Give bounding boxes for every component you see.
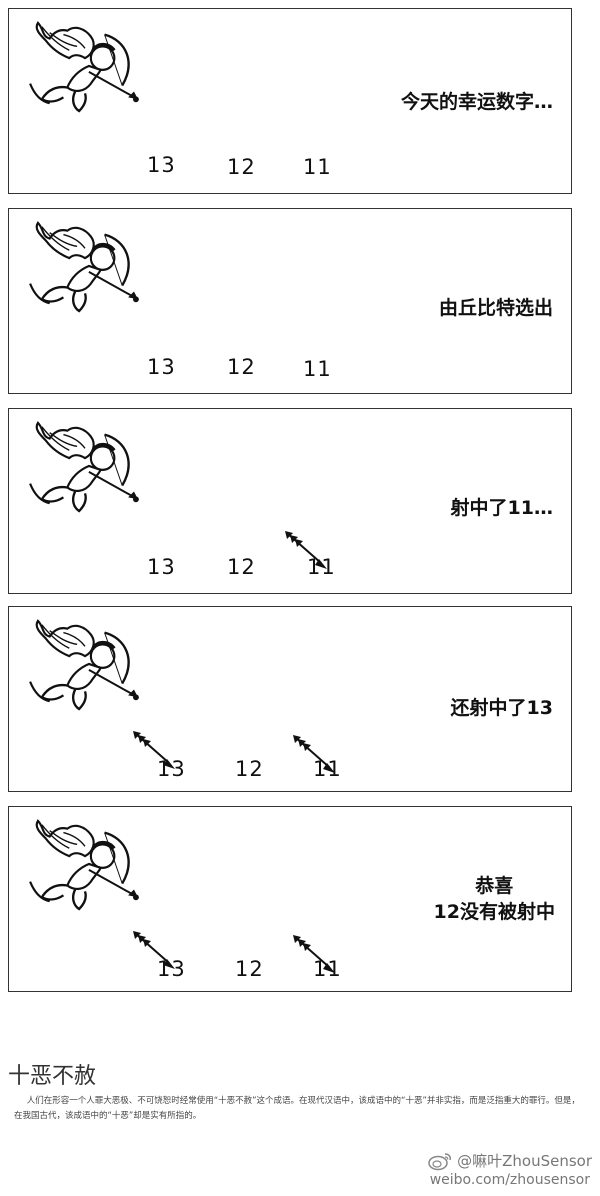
comic-panel-5: 恭喜 12没有被射中 13 12 11 (8, 806, 572, 992)
panel-caption: 恭喜 12没有被射中 (434, 873, 555, 925)
number-12: 12 (227, 355, 256, 379)
panel-caption: 由丘比特选出 (439, 295, 553, 321)
arrow-icon (132, 730, 176, 770)
arrow-icon (132, 930, 176, 970)
number-12: 12 (227, 555, 256, 579)
arrow-icon (292, 934, 336, 974)
comic-panel-4: 还射中了13 13 12 11 (8, 606, 572, 792)
panel-caption: 今天的幸运数字… (401, 89, 553, 115)
number-13: 13 (147, 555, 176, 579)
comic-panel-3: 射中了11… 13 12 11 (8, 408, 572, 594)
comic-panel-1: 今天的幸运数字… 13 12 11 (8, 8, 572, 194)
weibo-icon (428, 1152, 452, 1170)
panel-caption: 射中了11… (451, 495, 553, 521)
watermark-handle-text: @嘛叶ZhouSensor (457, 1152, 592, 1170)
number-11: 11 (303, 155, 332, 179)
cupid-illustration (28, 221, 141, 313)
caption-line: 还射中了13 (450, 697, 553, 719)
watermark-url: weibo.com/zhousensor (429, 1172, 590, 1188)
cupid-illustration (28, 819, 141, 911)
caption-line: 12没有被射中 (433, 901, 555, 923)
arrow-icon (284, 530, 328, 570)
article-title: 十恶不赦 (8, 1064, 97, 1089)
cupid-illustration (28, 21, 141, 113)
arrow-icon (292, 734, 336, 774)
number-13: 13 (147, 355, 176, 379)
number-12: 12 (235, 957, 264, 981)
comic-panel-2: 由丘比特选出 13 12 11 (8, 208, 572, 394)
caption-line: 恭喜 (475, 875, 514, 897)
number-13: 13 (147, 153, 176, 177)
watermark-handle: @嘛叶ZhouSensor (427, 1150, 592, 1171)
caption-line: 射中了11… (450, 497, 553, 519)
article-body: 人们在形容一个人罪大恶极、不可饶恕时经常使用“十恶不赦”这个成语。在现代汉语中，… (14, 1096, 580, 1121)
number-12: 12 (235, 757, 264, 781)
cupid-illustration (28, 619, 141, 711)
caption-line: 由丘比特选出 (438, 297, 553, 319)
number-11: 11 (303, 357, 332, 381)
caption-line: 今天的幸运数字… (400, 91, 553, 113)
cupid-illustration (28, 421, 141, 513)
number-12: 12 (227, 155, 256, 179)
panel-caption: 还射中了13 (451, 695, 553, 721)
